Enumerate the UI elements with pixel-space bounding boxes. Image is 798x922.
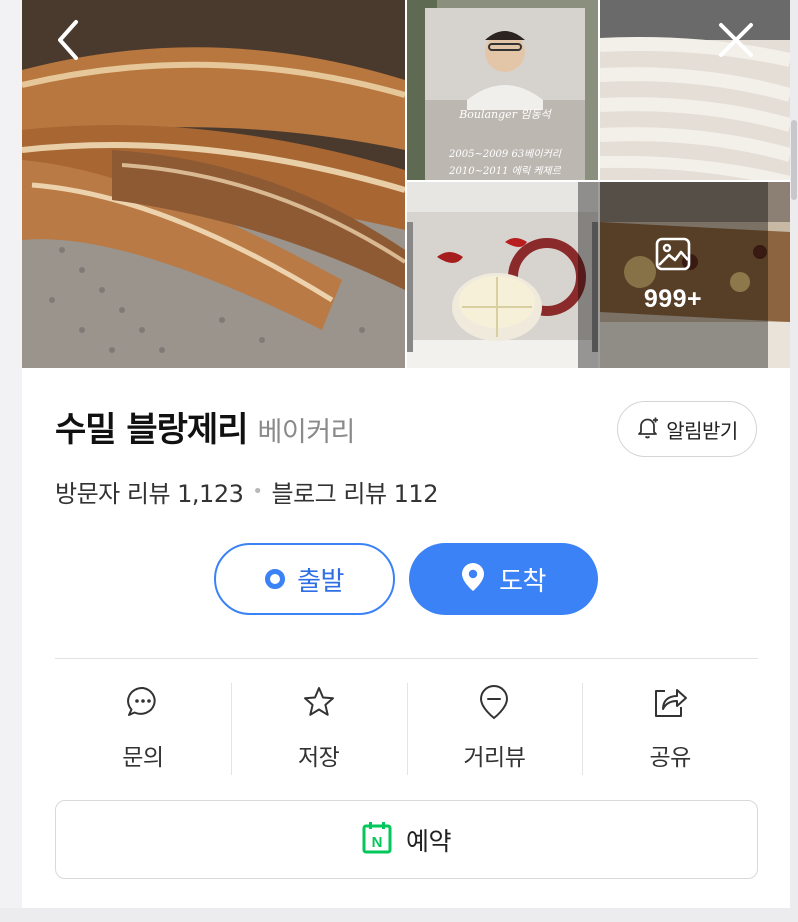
photo-baker-portrait[interactable]: Boulanger 임동석 2005~2009 63베이커리 2010~2011… xyxy=(407,0,598,180)
scrollbar[interactable] xyxy=(790,0,798,922)
place-title-row: 수밀 블랑제리 베이커리 xyxy=(55,402,355,451)
bell-plus-icon xyxy=(636,415,660,443)
naver-calendar-letter: N xyxy=(372,834,383,851)
alarm-label: 알림받기 xyxy=(666,418,738,443)
chef-photo-line-2: 2005~2009 63베이커리 xyxy=(448,148,562,160)
reservation-button[interactable]: N 예약 xyxy=(55,800,758,879)
naver-calendar-icon: N xyxy=(362,821,392,858)
more-photos-count: 999+ xyxy=(643,284,703,313)
visitor-review-link[interactable]: 방문자 리뷰 1,123 xyxy=(55,474,244,509)
photo-christmas-display[interactable] xyxy=(407,182,598,368)
bottom-edge xyxy=(0,908,798,922)
place-category: 베이커리 xyxy=(257,417,356,448)
chef-photo-line-1: Boulanger 임동석 xyxy=(458,108,552,121)
street-view-button[interactable]: 거리뷰 xyxy=(406,680,583,776)
blog-review-link[interactable]: 블로그 리뷰 112 xyxy=(272,474,439,509)
image-icon xyxy=(655,237,691,275)
location-pin-icon xyxy=(461,562,485,596)
location-pin-outline-icon xyxy=(476,684,512,720)
scrollbar-thumb[interactable] xyxy=(791,120,797,200)
street-view-label: 거리뷰 xyxy=(463,745,526,771)
origin-dot-icon xyxy=(265,569,286,589)
action-row: 문의 저장 거리뷰 공유 xyxy=(55,680,758,776)
divider xyxy=(55,658,758,659)
route-end-button[interactable]: 도착 xyxy=(409,543,598,615)
save-label: 저장 xyxy=(297,745,340,771)
close-icon xyxy=(716,20,756,64)
chat-bubble-icon xyxy=(125,684,161,720)
alarm-button[interactable]: 알림받기 xyxy=(617,401,757,457)
star-icon xyxy=(301,684,337,720)
reservation-label: 예약 xyxy=(405,826,452,856)
share-button[interactable]: 공유 xyxy=(582,680,758,776)
route-end-label: 도착 xyxy=(499,566,546,597)
route-start-label: 출발 xyxy=(297,566,344,597)
more-photos-overlay[interactable]: 999+ xyxy=(578,182,768,368)
back-button[interactable] xyxy=(46,20,90,64)
chef-photo-line-3: 2010~2011 에릭 케제르 xyxy=(448,165,561,177)
share-label: 공유 xyxy=(649,745,691,771)
inquiry-button[interactable]: 문의 xyxy=(55,680,231,776)
chevron-left-icon xyxy=(54,19,82,65)
route-start-button[interactable]: 출발 xyxy=(214,543,395,615)
save-button[interactable]: 저장 xyxy=(230,680,407,776)
review-summary: 방문자 리뷰 1,123 • 블로그 리뷰 112 xyxy=(55,474,438,509)
review-separator: • xyxy=(252,481,263,502)
inquiry-label: 문의 xyxy=(122,745,164,771)
photo-baguette-dough[interactable] xyxy=(600,0,790,180)
place-name: 수밀 블랑제리 xyxy=(55,410,249,450)
share-icon xyxy=(652,684,688,720)
close-button[interactable] xyxy=(714,20,758,64)
